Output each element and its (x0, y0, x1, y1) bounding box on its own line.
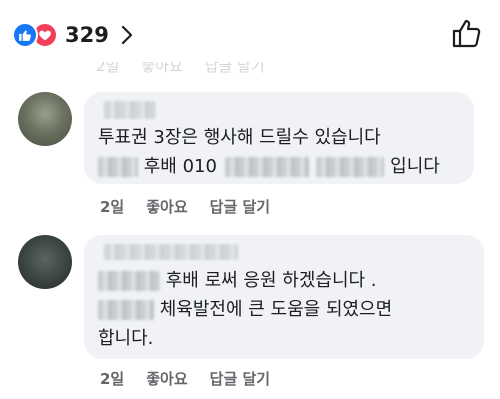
thumbs-up-icon[interactable] (450, 17, 482, 49)
comment-time[interactable]: 2일 (100, 196, 124, 217)
like-button[interactable]: 좋아요 (146, 368, 187, 389)
reply-button[interactable]: 답글 달기 (210, 368, 270, 389)
reactions-bar: 329 2일 좋아요 답글 달기 (0, 0, 500, 74)
author-name-redacted[interactable] (104, 101, 156, 119)
redacted-text (98, 157, 138, 177)
comment-text: 체육발전에 큰 도움을 되였으면 (98, 295, 470, 324)
like-button[interactable]: 좋아요 (146, 196, 187, 217)
comment-text: 후배 로써 응원 하겠습니다 . (98, 266, 470, 295)
comment-actions: 2일 좋아요 답글 달기 (100, 368, 270, 389)
reply-button[interactable]: 답글 달기 (210, 196, 270, 217)
comment-time[interactable]: 2일 (100, 368, 124, 389)
comment-text: 합니다. (98, 328, 154, 349)
comment-bubble[interactable]: 후배 로써 응원 하겠습니다 . 체육발전에 큰 도움을 되였으면 합니다. (84, 235, 484, 359)
redacted-text (316, 157, 385, 177)
comment-bubble[interactable]: 투표권 3장은 행사해 드릴수 있습니다 후배 010 입니다 (84, 92, 474, 184)
comment-actions: 2일 좋아요 답글 달기 (100, 196, 270, 217)
avatar[interactable] (18, 235, 72, 289)
redacted-text (224, 157, 309, 177)
chevron-right-icon[interactable] (121, 24, 135, 46)
redacted-text (98, 271, 160, 291)
author-name-redacted[interactable] (104, 244, 238, 260)
avatar[interactable] (18, 92, 72, 146)
redacted-text (98, 300, 154, 320)
previous-comment-actions: 2일 좋아요 답글 달기 (96, 62, 265, 74)
comment-text: 후배 010 입니다 (98, 152, 460, 181)
comment-text: 투표권 3장은 행사해 드릴수 있습니다 (98, 127, 381, 148)
like-icon (12, 22, 38, 48)
reaction-count: 329 (65, 23, 109, 47)
reactions-summary[interactable]: 329 (12, 20, 135, 50)
